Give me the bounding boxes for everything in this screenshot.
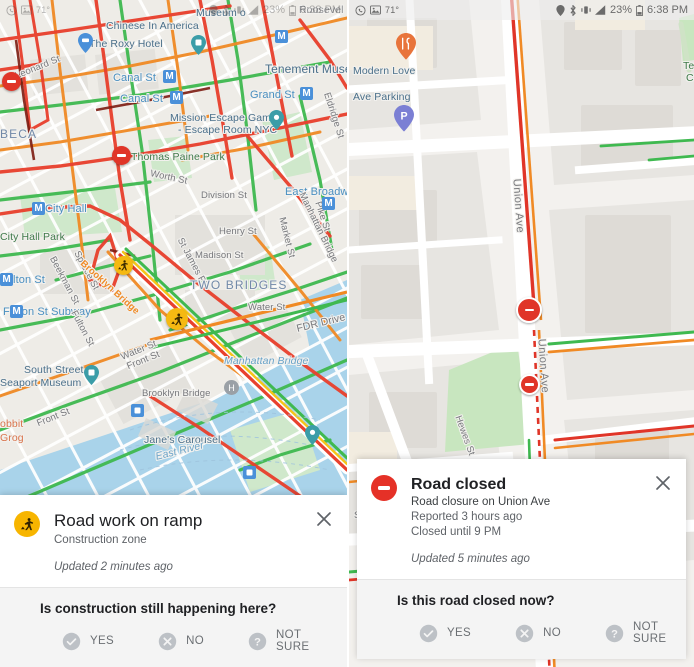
- card-vote-section: Is this road closed now? YES NO ? NOT SU…: [357, 579, 686, 659]
- road-work-icon: [14, 511, 40, 537]
- road-closed-marker-icon[interactable]: [2, 72, 21, 91]
- vote-not-sure-button[interactable]: ? NOT SURE: [248, 629, 333, 653]
- vote-yes-button[interactable]: YES: [419, 624, 471, 643]
- card-question: Is construction still happening here?: [40, 601, 277, 616]
- close-icon[interactable]: [313, 508, 335, 530]
- road-closed-icon: [371, 475, 397, 501]
- right-screenshot-panel: Modern Love Ave Parking Te C Union Ave U…: [347, 0, 694, 667]
- subway-station-icon[interactable]: M: [0, 273, 13, 286]
- x-circle-icon: [158, 632, 177, 651]
- vote-yes-label: YES: [90, 635, 115, 647]
- card-updated-text: Updated 5 minutes ago: [411, 553, 530, 565]
- vote-yes-button[interactable]: YES: [62, 632, 114, 651]
- svg-text:?: ?: [611, 628, 618, 640]
- subway-station-icon[interactable]: M: [300, 87, 313, 100]
- close-icon[interactable]: [652, 472, 674, 494]
- vote-no-button[interactable]: NO: [515, 624, 561, 643]
- vote-not-sure-label: NOT SURE: [633, 621, 667, 645]
- subway-station-icon[interactable]: M: [170, 91, 183, 104]
- card-title: Road closed: [411, 476, 507, 493]
- road-closed-marker-icon[interactable]: [519, 374, 540, 395]
- card-header-section: Road work on ramp Construction zone Upda…: [0, 495, 347, 587]
- question-circle-icon: ?: [605, 624, 624, 643]
- road-closed-marker-icon[interactable]: [112, 146, 131, 165]
- subway-station-icon[interactable]: M: [275, 30, 288, 43]
- card-updated-text: Updated 2 minutes ago: [54, 561, 173, 573]
- vote-no-label: NO: [186, 635, 205, 647]
- incident-report-card-left: Road work on ramp Construction zone Upda…: [0, 495, 347, 667]
- incident-report-card-right: Road closed Road closure on Union Ave Re…: [357, 459, 686, 659]
- vote-yes-label: YES: [447, 627, 472, 639]
- card-header-section: Road closed Road closure on Union Ave Re…: [357, 459, 686, 579]
- card-title: Road work on ramp: [54, 511, 203, 530]
- dual-screenshot-comparison: Chinese In America Museum o Roosevel The…: [0, 0, 694, 667]
- left-screenshot-panel: Chinese In America Museum o Roosevel The…: [0, 0, 347, 667]
- vote-row: YES NO ? NOT SURE: [62, 629, 333, 653]
- subway-station-icon[interactable]: M: [322, 197, 335, 210]
- x-circle-icon: [515, 624, 534, 643]
- card-question: Is this road closed now?: [397, 593, 555, 608]
- vote-not-sure-button[interactable]: ? NOT SURE: [605, 621, 672, 645]
- card-subtitle: Road closure on Union Ave: [411, 496, 551, 508]
- card-closed-until-text: Closed until 9 PM: [411, 526, 502, 538]
- vote-no-label: NO: [543, 627, 562, 639]
- vote-no-button[interactable]: NO: [158, 632, 204, 651]
- card-subtitle: Construction zone: [54, 534, 147, 546]
- road-closed-marker-icon[interactable]: [516, 297, 542, 323]
- question-circle-icon: ?: [248, 632, 267, 651]
- card-vote-section: Is construction still happening here? YE…: [0, 587, 347, 667]
- vote-not-sure-label: NOT SURE: [276, 629, 310, 653]
- subway-station-icon[interactable]: M: [32, 202, 45, 215]
- check-circle-icon: [419, 624, 438, 643]
- check-circle-icon: [62, 632, 81, 651]
- subway-station-icon[interactable]: M: [10, 305, 23, 318]
- svg-text:?: ?: [254, 636, 261, 648]
- card-reported-text: Reported 3 hours ago: [411, 511, 523, 523]
- road-work-marker-icon[interactable]: [166, 308, 188, 330]
- road-work-marker-icon[interactable]: [114, 256, 133, 275]
- subway-station-icon[interactable]: M: [163, 70, 176, 83]
- vote-row: YES NO ? NOT SURE: [419, 621, 672, 645]
